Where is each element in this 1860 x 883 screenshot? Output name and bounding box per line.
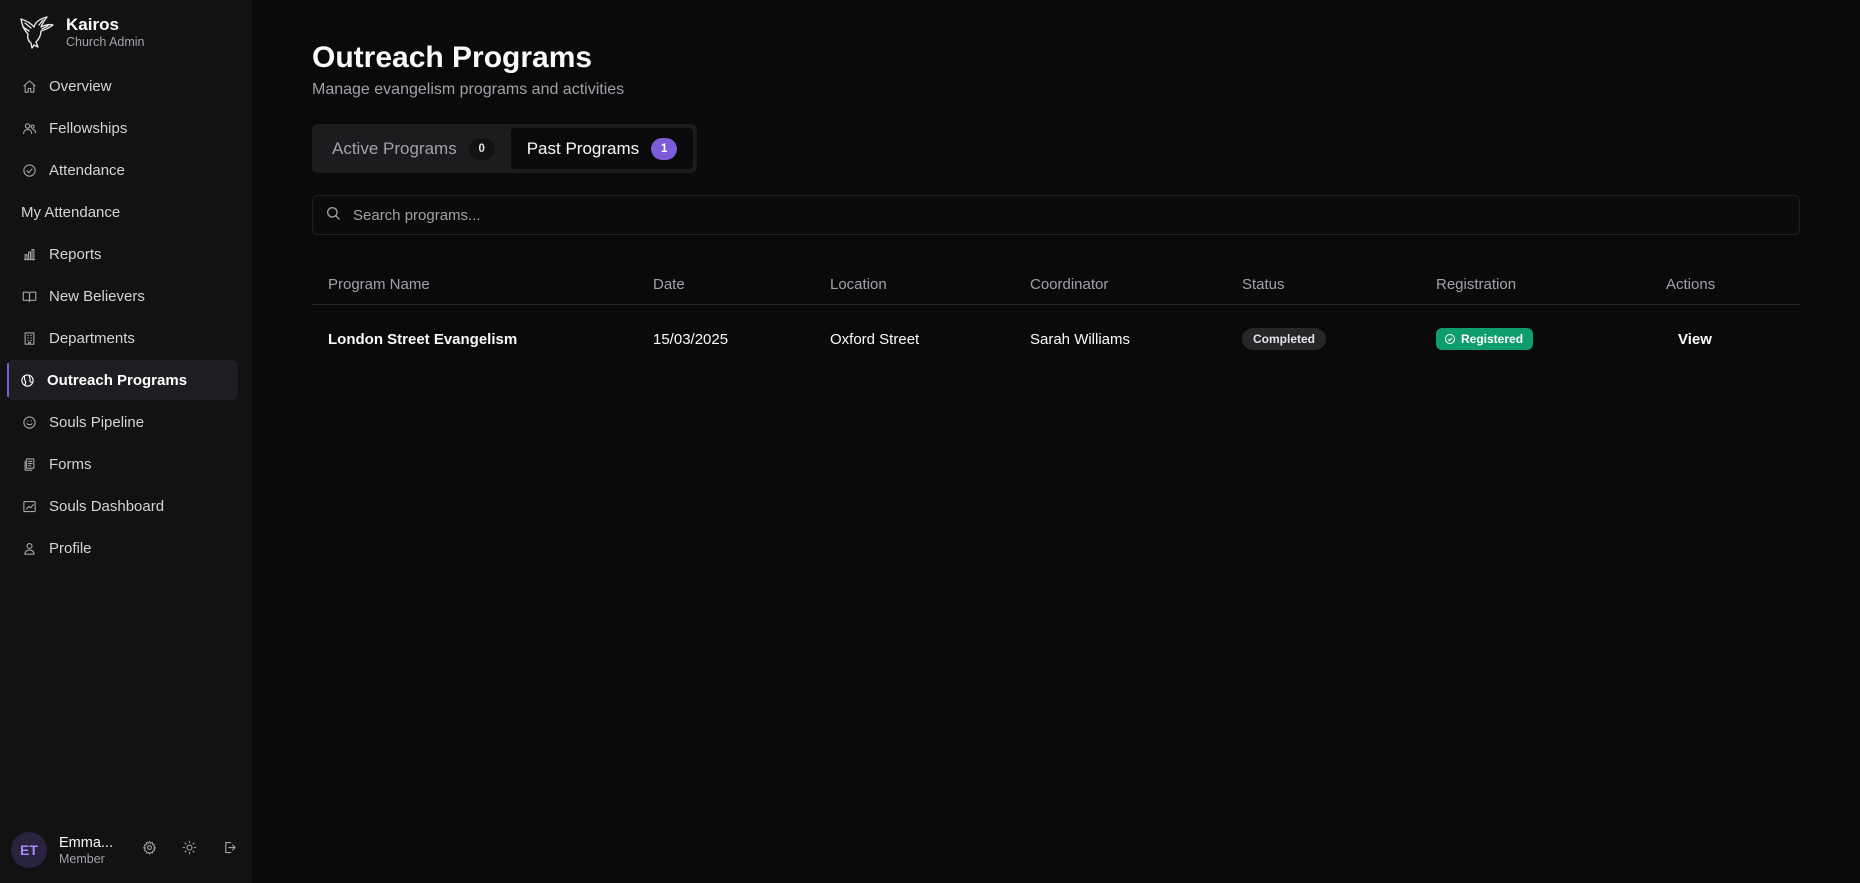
programs-table: Program Name Date Location Coordinator S… <box>312 265 1800 373</box>
sidebar-item-forms[interactable]: Forms <box>7 444 238 484</box>
column-header: Actions <box>1666 276 1716 293</box>
sidebar-item-label: Attendance <box>49 161 125 179</box>
column-header[interactable]: Coordinator <box>1030 276 1242 293</box>
logout-icon <box>222 840 237 860</box>
sidebar-item-departments[interactable]: Departments <box>7 318 238 358</box>
dove-logo-icon <box>18 14 56 50</box>
settings-button[interactable] <box>139 840 159 860</box>
sidebar-item-label: Souls Dashboard <box>49 497 165 515</box>
bar-chart-icon <box>21 246 37 262</box>
sidebar-item-label: Fellowships <box>49 119 128 137</box>
sidebar-item-profile[interactable]: Profile <box>7 528 238 568</box>
table-header: Program Name Date Location Coordinator S… <box>312 265 1800 305</box>
building-icon <box>21 330 37 346</box>
search-bar <box>312 195 1800 235</box>
column-header[interactable]: Status <box>1242 276 1436 293</box>
registration-label: Registered <box>1461 332 1524 346</box>
column-header[interactable]: Date <box>653 276 830 293</box>
sidebar: Kairos Church Admin Overview Fellowships… <box>0 0 252 883</box>
sun-icon <box>182 840 197 860</box>
avatar[interactable]: ET <box>11 832 47 868</box>
search-input[interactable] <box>353 206 1753 224</box>
program-coordinator: Sarah Williams <box>1030 330 1131 348</box>
book-open-icon <box>21 288 37 304</box>
tab-count-badge: 0 <box>468 137 495 160</box>
sidebar-item-overview[interactable]: Overview <box>7 66 238 106</box>
forms-icon <box>21 456 37 472</box>
check-circle-icon <box>1445 334 1455 344</box>
sidebar-item-attendance[interactable]: Attendance <box>7 150 238 190</box>
brand-name: Kairos <box>66 14 119 34</box>
check-circle-icon <box>21 162 37 178</box>
program-tabs: Active Programs 0 Past Programs 1 <box>312 124 698 173</box>
column-header[interactable]: Program Name <box>312 276 653 293</box>
search-icon <box>325 205 341 226</box>
page-subtitle: Manage evangelism programs and activitie… <box>312 81 625 98</box>
home-icon <box>21 78 37 94</box>
sidebar-item-souls-pipeline[interactable]: Souls Pipeline <box>7 402 238 442</box>
app: Kairos Church Admin Overview Fellowships… <box>0 0 1860 883</box>
sidebar-item-label: Outreach Programs <box>47 371 188 389</box>
view-button[interactable]: View <box>1666 331 1712 348</box>
sidebar-item-label: Forms <box>49 455 92 473</box>
dashboard-icon <box>21 498 37 514</box>
tab-active-programs[interactable]: Active Programs 0 <box>316 128 511 169</box>
column-header[interactable]: Registration <box>1436 276 1666 293</box>
status-cell: Completed <box>1242 328 1436 350</box>
theme-toggle-button[interactable] <box>179 840 199 860</box>
sidebar-item-label: Departments <box>49 329 135 347</box>
sidebar-nav: Overview Fellowships Attendance My Atten… <box>0 66 252 568</box>
user-name: Emma... <box>59 834 113 851</box>
sidebar-item-fellowships[interactable]: Fellowships <box>7 108 238 148</box>
status-badge: Completed <box>1242 328 1327 350</box>
sidebar-item-label: My Attendance <box>21 203 121 221</box>
sidebar-item-label: Souls Pipeline <box>49 413 145 431</box>
tab-label: Past Programs <box>526 138 640 158</box>
tab-past-programs[interactable]: Past Programs 1 <box>510 128 694 169</box>
user-info[interactable]: Emma... Member <box>59 834 119 867</box>
sidebar-item-label: Overview <box>49 77 112 95</box>
user-icon <box>21 540 37 556</box>
main-content: Outreach Programs Manage evangelism prog… <box>252 0 1860 883</box>
user-role: Member <box>59 851 105 866</box>
user-bar: ET Emma... Member <box>11 830 242 870</box>
tab-count-badge: 1 <box>651 137 678 160</box>
sidebar-item-label: Profile <box>49 539 92 557</box>
sidebar-item-reports[interactable]: Reports <box>7 234 238 274</box>
brand-subtitle: Church Admin <box>66 34 145 49</box>
sidebar-item-new-believers[interactable]: New Believers <box>7 276 238 316</box>
sidebar-item-my-attendance[interactable]: My Attendance <box>7 192 238 232</box>
column-header[interactable]: Location <box>830 276 1030 293</box>
program-name: London Street Evangelism <box>328 330 518 348</box>
sidebar-item-label: Reports <box>49 245 102 263</box>
program-date: 15/03/2025 <box>653 330 729 348</box>
smile-icon <box>21 414 37 430</box>
sidebar-item-outreach-programs[interactable]: Outreach Programs <box>7 360 238 400</box>
actions-cell: View <box>1666 331 1800 348</box>
page-title: Outreach Programs <box>312 41 593 74</box>
tab-label: Active Programs <box>332 138 457 158</box>
sidebar-item-souls-dashboard[interactable]: Souls Dashboard <box>7 486 238 526</box>
registration-cell: Registered <box>1436 328 1666 350</box>
users-icon <box>21 120 37 136</box>
registration-badge: Registered <box>1436 328 1534 350</box>
gear-icon <box>142 840 157 860</box>
program-location: Oxford Street <box>830 330 920 348</box>
table-row[interactable]: London Street Evangelism 15/03/2025 Oxfo… <box>312 305 1800 373</box>
sidebar-item-label: New Believers <box>49 287 145 305</box>
logout-button[interactable] <box>219 840 239 860</box>
globe-icon <box>19 372 35 388</box>
brand[interactable]: Kairos Church Admin <box>0 0 252 52</box>
